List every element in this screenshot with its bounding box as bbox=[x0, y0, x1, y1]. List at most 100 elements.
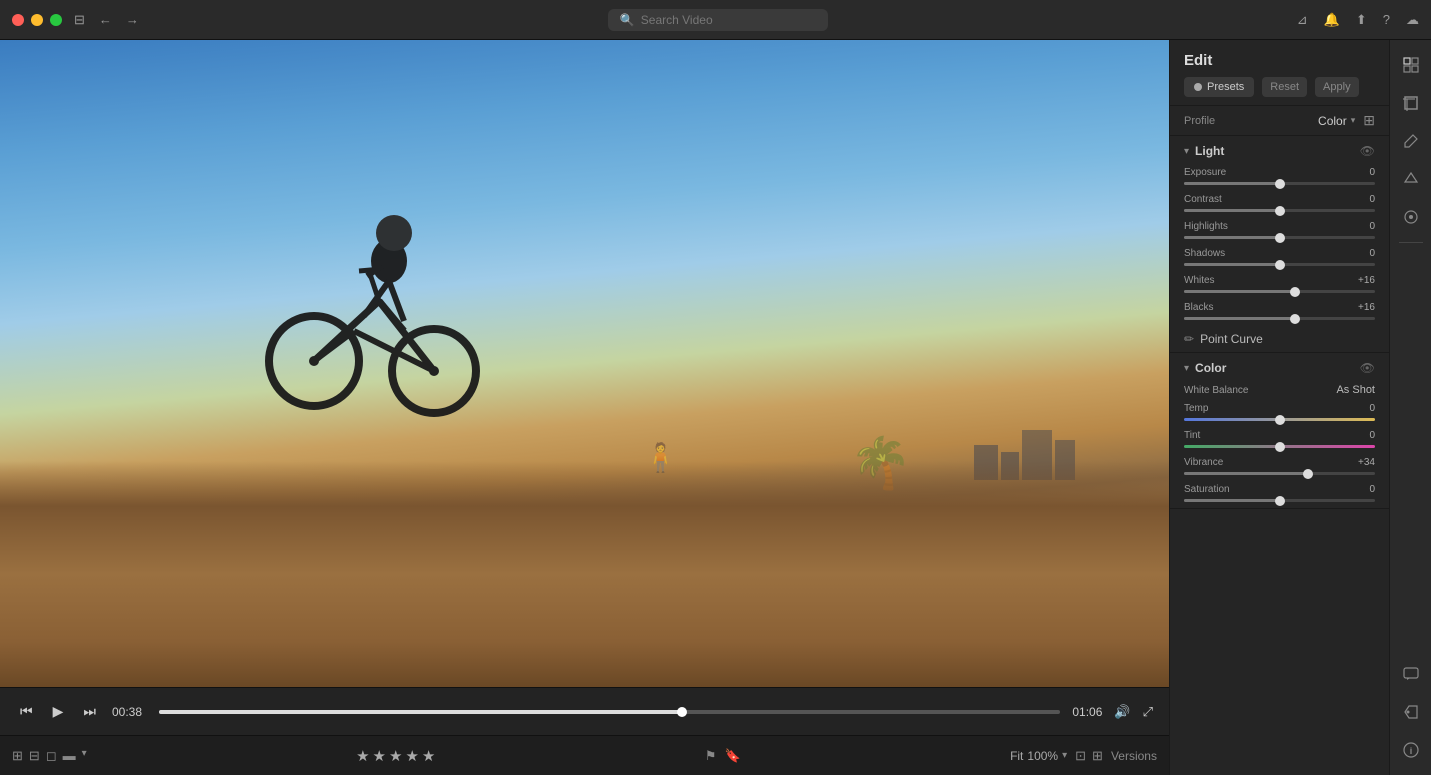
saturation-value: 0 bbox=[1351, 484, 1375, 495]
progress-bar[interactable] bbox=[159, 710, 1060, 714]
color-eye-icon[interactable]: 👁 bbox=[1360, 361, 1375, 375]
light-section-header[interactable]: ▾ Light 👁 bbox=[1170, 136, 1389, 164]
stars-rating[interactable]: ★ ★ ★ ★ ★ bbox=[356, 747, 435, 765]
healing-tool-icon[interactable] bbox=[1394, 162, 1428, 196]
shadows-thumb[interactable] bbox=[1275, 260, 1285, 270]
profile-value[interactable]: Color ▾ bbox=[1318, 114, 1355, 128]
light-eye-icon[interactable]: 👁 bbox=[1360, 144, 1375, 158]
exposure-thumb[interactable] bbox=[1275, 179, 1285, 189]
minimize-button[interactable] bbox=[31, 14, 43, 26]
white-balance-value[interactable]: As Shot bbox=[1336, 384, 1375, 396]
light-section-title: Light bbox=[1195, 144, 1224, 158]
skip-forward-button[interactable]: ⏭ bbox=[79, 699, 100, 724]
shadows-track[interactable] bbox=[1184, 263, 1375, 266]
contrast-track[interactable] bbox=[1184, 209, 1375, 212]
flag-icon[interactable]: ⚑ bbox=[705, 748, 717, 764]
blacks-label: Blacks bbox=[1184, 302, 1213, 313]
tint-value: 0 bbox=[1351, 430, 1375, 441]
profile-label: Profile bbox=[1184, 115, 1215, 127]
list-dropdown-icon[interactable]: ▾ bbox=[82, 748, 87, 764]
notifications-icon[interactable]: 🔔 bbox=[1324, 12, 1340, 28]
profile-grid-icon[interactable]: ⊞ bbox=[1363, 112, 1375, 129]
radial-tool-icon[interactable] bbox=[1394, 200, 1428, 234]
highlights-label: Highlights bbox=[1184, 221, 1228, 232]
vibrance-track[interactable] bbox=[1184, 472, 1375, 475]
tint-track[interactable] bbox=[1184, 445, 1375, 448]
share-icon[interactable]: ⬆ bbox=[1356, 12, 1367, 28]
whites-track[interactable] bbox=[1184, 290, 1375, 293]
main-area: 🌴 bbox=[0, 40, 1431, 775]
volume-icon[interactable]: 🔊 bbox=[1114, 704, 1130, 720]
fullscreen-icon[interactable]: ⤢ bbox=[1143, 704, 1153, 720]
versions-button[interactable]: Versions bbox=[1111, 749, 1157, 763]
keywords-icon[interactable] bbox=[1394, 695, 1428, 729]
highlights-slider-row: Highlights 0 bbox=[1170, 218, 1389, 245]
close-button[interactable] bbox=[12, 14, 24, 26]
apply-button[interactable]: Apply bbox=[1315, 77, 1359, 97]
point-curve-label[interactable]: Point Curve bbox=[1200, 332, 1263, 346]
play-pause-button[interactable]: ▶ bbox=[49, 699, 68, 724]
search-input[interactable] bbox=[641, 13, 801, 27]
forward-icon[interactable]: → bbox=[126, 12, 139, 28]
zoom-dropdown-icon[interactable]: ▾ bbox=[1062, 750, 1067, 761]
temp-track[interactable] bbox=[1184, 418, 1375, 421]
grid-view-icon[interactable]: ⊞ bbox=[12, 748, 23, 764]
star-2[interactable]: ★ bbox=[373, 747, 386, 765]
whites-value: +16 bbox=[1351, 275, 1375, 286]
shadows-label: Shadows bbox=[1184, 248, 1225, 259]
highlights-thumb[interactable] bbox=[1275, 233, 1285, 243]
video-panel: 🌴 bbox=[0, 40, 1169, 775]
edit-actions: Presets Reset Apply bbox=[1184, 77, 1375, 97]
square-view-icon[interactable]: ◻ bbox=[46, 748, 57, 764]
presets-button[interactable]: Presets bbox=[1184, 77, 1254, 97]
comments-icon[interactable] bbox=[1394, 657, 1428, 691]
list-view-icon[interactable]: ▬ bbox=[63, 748, 76, 764]
blacks-track[interactable] bbox=[1184, 317, 1375, 320]
cloud-icon[interactable]: ☁ bbox=[1406, 12, 1419, 28]
star-3[interactable]: ★ bbox=[389, 747, 402, 765]
exposure-label: Exposure bbox=[1184, 167, 1226, 178]
tint-slider-row: Tint 0 bbox=[1170, 427, 1389, 454]
help-icon[interactable]: ? bbox=[1383, 12, 1390, 27]
saturation-slider-row: Saturation 0 bbox=[1170, 481, 1389, 508]
star-4[interactable]: ★ bbox=[405, 747, 418, 765]
white-balance-label: White Balance bbox=[1184, 385, 1248, 396]
star-5[interactable]: ★ bbox=[422, 747, 435, 765]
color-section-header[interactable]: ▾ Color 👁 bbox=[1170, 353, 1389, 381]
contrast-thumb[interactable] bbox=[1275, 206, 1285, 216]
edit-content: ▾ Light 👁 Exposure 0 bbox=[1170, 136, 1389, 775]
compare-icon-1[interactable]: ⊡ bbox=[1075, 748, 1086, 764]
skip-back-button[interactable]: ⏮ bbox=[16, 699, 37, 724]
sidebar-toggle-icon[interactable]: ⊟ bbox=[74, 12, 85, 28]
info-icon[interactable]: i bbox=[1394, 733, 1428, 767]
bookmark-icon[interactable]: 🔖 bbox=[724, 748, 740, 764]
background-person: 🧍 bbox=[643, 441, 678, 474]
edit-tool-icon[interactable] bbox=[1394, 48, 1428, 82]
whites-label: Whites bbox=[1184, 275, 1215, 286]
compare-icon-2[interactable]: ⊞ bbox=[1092, 748, 1103, 764]
titlebar-icons: ⊟ ← → bbox=[74, 12, 139, 28]
temp-thumb[interactable] bbox=[1275, 415, 1285, 425]
reset-button[interactable]: Reset bbox=[1262, 77, 1307, 97]
back-icon[interactable]: ← bbox=[99, 12, 112, 28]
vibrance-thumb[interactable] bbox=[1303, 469, 1313, 479]
blacks-thumb[interactable] bbox=[1290, 314, 1300, 324]
whites-thumb[interactable] bbox=[1290, 287, 1300, 297]
presets-icon bbox=[1194, 83, 1202, 91]
star-1[interactable]: ★ bbox=[356, 747, 369, 765]
brush-tool-icon[interactable] bbox=[1394, 124, 1428, 158]
crop-tool-icon[interactable] bbox=[1394, 86, 1428, 120]
maximize-button[interactable] bbox=[50, 14, 62, 26]
search-bar[interactable]: 🔍 bbox=[608, 9, 828, 31]
fit-label: Fit 100% ▾ bbox=[1010, 749, 1067, 763]
progress-handle[interactable] bbox=[677, 707, 687, 717]
vibrance-label: Vibrance bbox=[1184, 457, 1223, 468]
exposure-track[interactable] bbox=[1184, 182, 1375, 185]
saturation-thumb[interactable] bbox=[1275, 496, 1285, 506]
grid-view-2-icon[interactable]: ⊟ bbox=[29, 748, 40, 764]
filter-icon[interactable]: ⊿ bbox=[1297, 12, 1308, 28]
tint-thumb[interactable] bbox=[1275, 442, 1285, 452]
saturation-track[interactable] bbox=[1184, 499, 1375, 502]
video-container[interactable]: 🌴 bbox=[0, 40, 1169, 687]
highlights-track[interactable] bbox=[1184, 236, 1375, 239]
